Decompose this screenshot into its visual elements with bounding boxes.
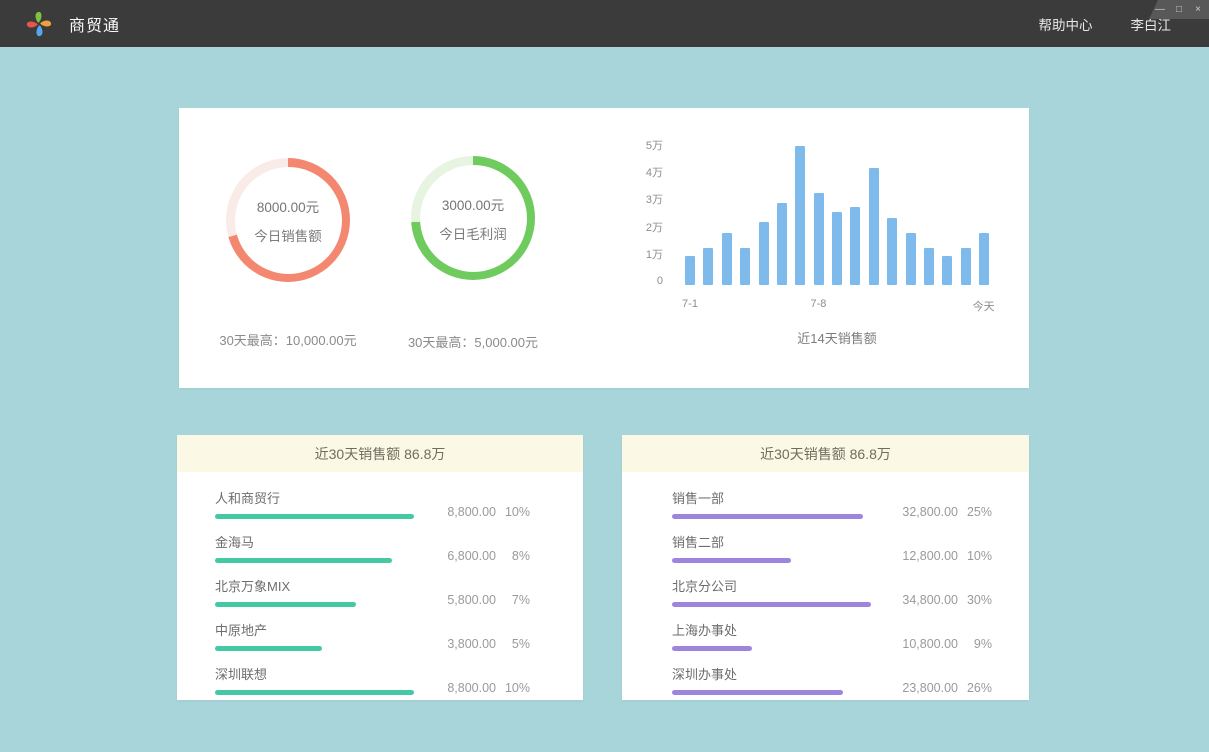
y-axis-tick-label: 0 bbox=[623, 275, 663, 287]
sales-14d-bar-chart: 5万 4万 3万 2万 1万 0 7-1 7-8 今天 近14天销售额 bbox=[179, 108, 1029, 388]
minimize-icon[interactable]: — bbox=[1155, 5, 1165, 15]
customer-ranking-card: 近30天销售额 86.8万 人和商贸行 8,800.00 10% 金海马 6,8… bbox=[177, 435, 583, 700]
list-item: 深圳办事处 23,800.00 26% bbox=[672, 664, 992, 695]
progress-bar bbox=[672, 514, 863, 519]
progress-bar bbox=[672, 690, 843, 695]
y-axis-tick-label: 2万 bbox=[623, 219, 663, 235]
percent-value: 30% bbox=[958, 593, 992, 607]
chart-bar bbox=[832, 212, 842, 285]
percent-value: 9% bbox=[958, 637, 992, 651]
chart-bar bbox=[924, 248, 934, 285]
department-name: 上海办事处 bbox=[672, 620, 878, 639]
department-ranking-card: 近30天销售额 86.8万 销售一部 32,800.00 25% 销售二部 12… bbox=[622, 435, 1029, 700]
amount-value: 10,800.00 bbox=[886, 637, 958, 651]
x-axis-tick-label: 今天 bbox=[973, 298, 995, 314]
progress-bar bbox=[672, 646, 752, 651]
percent-value: 7% bbox=[496, 593, 530, 607]
top-navbar: 商贸通 帮助中心 李白江 — □ × bbox=[0, 0, 1209, 47]
chart-bar bbox=[795, 146, 805, 285]
app-title: 商贸通 bbox=[69, 12, 120, 36]
progress-bar bbox=[215, 514, 414, 519]
list-item: 北京分公司 34,800.00 30% bbox=[672, 576, 992, 607]
percent-value: 25% bbox=[958, 505, 992, 519]
amount-value: 32,800.00 bbox=[886, 505, 958, 519]
help-center-link[interactable]: 帮助中心 bbox=[1039, 14, 1093, 34]
percent-value: 10% bbox=[958, 549, 992, 563]
chart-bar bbox=[887, 218, 897, 285]
customer-name: 北京万象MIX bbox=[215, 576, 416, 595]
list-item: 人和商贸行 8,800.00 10% bbox=[215, 488, 530, 519]
close-icon[interactable]: × bbox=[1193, 5, 1203, 15]
percent-value: 5% bbox=[496, 637, 530, 651]
progress-bar bbox=[215, 602, 356, 607]
department-ranking-list: 销售一部 32,800.00 25% 销售二部 12,800.00 10% 北京… bbox=[622, 472, 1029, 695]
bar-chart-bars bbox=[685, 145, 989, 285]
list-item: 深圳联想 8,800.00 10% bbox=[215, 664, 530, 695]
department-name: 北京分公司 bbox=[672, 576, 878, 595]
list-item: 销售一部 32,800.00 25% bbox=[672, 488, 992, 519]
percent-value: 10% bbox=[496, 681, 530, 695]
percent-value: 26% bbox=[958, 681, 992, 695]
amount-value: 3,800.00 bbox=[424, 637, 496, 651]
x-axis-tick-label: 7-1 bbox=[682, 298, 698, 310]
amount-value: 6,800.00 bbox=[424, 549, 496, 563]
list-item: 销售二部 12,800.00 10% bbox=[672, 532, 992, 563]
progress-bar bbox=[672, 558, 791, 563]
amount-value: 34,800.00 bbox=[886, 593, 958, 607]
progress-bar bbox=[215, 646, 322, 651]
chart-bar bbox=[685, 256, 695, 285]
customer-ranking-list: 人和商贸行 8,800.00 10% 金海马 6,800.00 8% 北京万象M… bbox=[177, 472, 583, 695]
pinwheel-logo-icon bbox=[22, 7, 56, 41]
customer-name: 人和商贸行 bbox=[215, 488, 416, 507]
chart-bar bbox=[814, 193, 824, 285]
list-item: 上海办事处 10,800.00 9% bbox=[672, 620, 992, 651]
customer-name: 金海马 bbox=[215, 532, 416, 551]
chart-bar bbox=[906, 233, 916, 285]
chart-bar bbox=[722, 233, 732, 285]
department-ranking-title: 近30天销售额 86.8万 bbox=[622, 435, 1029, 472]
department-name: 销售一部 bbox=[672, 488, 878, 507]
y-axis-tick-label: 1万 bbox=[623, 246, 663, 262]
customer-name: 中原地产 bbox=[215, 620, 416, 639]
percent-value: 8% bbox=[496, 549, 530, 563]
chart-bar bbox=[850, 207, 860, 285]
window-controls: — □ × bbox=[1149, 0, 1209, 19]
amount-value: 5,800.00 bbox=[424, 593, 496, 607]
chart-bar bbox=[759, 222, 769, 285]
chart-bar bbox=[961, 248, 971, 285]
list-item: 金海马 6,800.00 8% bbox=[215, 532, 530, 563]
amount-value: 8,800.00 bbox=[424, 681, 496, 695]
percent-value: 10% bbox=[496, 505, 530, 519]
chart-bar bbox=[777, 203, 787, 285]
maximize-icon[interactable]: □ bbox=[1174, 5, 1184, 15]
progress-bar bbox=[215, 690, 414, 695]
customer-name: 深圳联想 bbox=[215, 664, 416, 683]
amount-value: 23,800.00 bbox=[886, 681, 958, 695]
chart-bar bbox=[740, 248, 750, 285]
bar-chart-xticks: 7-17-8今天 bbox=[685, 298, 989, 318]
bar-chart-title: 近14天销售额 bbox=[685, 328, 989, 347]
progress-bar bbox=[672, 602, 871, 607]
list-item: 中原地产 3,800.00 5% bbox=[215, 620, 530, 651]
chart-bar bbox=[979, 233, 989, 285]
progress-bar bbox=[215, 558, 392, 563]
y-axis-tick-label: 3万 bbox=[623, 191, 663, 207]
chart-bar bbox=[869, 168, 879, 285]
amount-value: 12,800.00 bbox=[886, 549, 958, 563]
customer-ranking-title: 近30天销售额 86.8万 bbox=[177, 435, 583, 472]
list-item: 北京万象MIX 5,800.00 7% bbox=[215, 576, 530, 607]
department-name: 销售二部 bbox=[672, 532, 878, 551]
y-axis-tick-label: 4万 bbox=[623, 164, 663, 180]
chart-bar bbox=[942, 256, 952, 285]
today-summary-card: 8000.00元 今日销售额 30天最高：10,000.00元 3000.00元… bbox=[179, 108, 1029, 388]
amount-value: 8,800.00 bbox=[424, 505, 496, 519]
y-axis-tick-label: 5万 bbox=[623, 137, 663, 153]
department-name: 深圳办事处 bbox=[672, 664, 878, 683]
x-axis-tick-label: 7-8 bbox=[810, 298, 826, 310]
chart-bar bbox=[703, 248, 713, 285]
